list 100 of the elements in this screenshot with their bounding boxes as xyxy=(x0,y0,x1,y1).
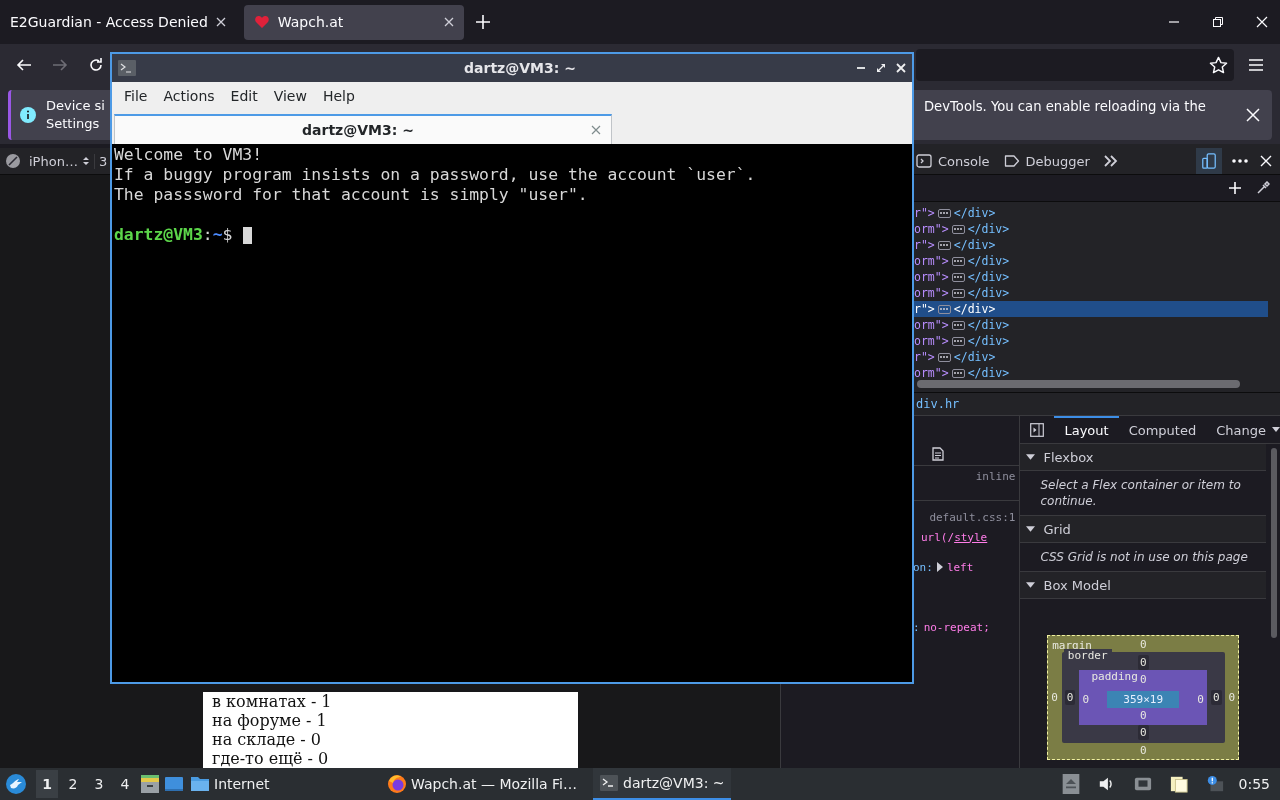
collapse-arrow-icon xyxy=(1026,526,1036,532)
collapsed-content-icon[interactable] xyxy=(951,288,965,298)
menu-item[interactable]: View xyxy=(265,88,315,104)
no-entry-icon[interactable] xyxy=(5,153,21,169)
collapsed-content-icon[interactable] xyxy=(937,208,951,218)
collapsed-content-icon[interactable] xyxy=(937,240,951,250)
box-value[interactable]: 0 xyxy=(1051,690,1058,705)
rule-source[interactable]: default.css:1 xyxy=(929,510,1016,524)
section-header[interactable]: Grid xyxy=(1020,516,1266,543)
eyedropper-icon[interactable] xyxy=(1256,181,1270,195)
menu-icon[interactable] xyxy=(1248,58,1264,72)
markup-line[interactable]: orm"> </div> xyxy=(914,365,1268,381)
collapsed-content-icon[interactable] xyxy=(951,320,965,330)
device-select[interactable]: iPhon… xyxy=(29,153,78,169)
section-header[interactable]: Box Model xyxy=(1020,572,1266,599)
workspace-button[interactable]: 1 xyxy=(36,770,58,798)
collapsed-content-icon[interactable] xyxy=(937,304,951,314)
rule-property: : xyxy=(913,620,920,634)
close-icon[interactable] xyxy=(443,17,454,27)
box-value[interactable]: 0 xyxy=(1139,672,1147,687)
eject-icon[interactable] xyxy=(1061,774,1080,794)
rule-value: left xyxy=(946,560,974,574)
devices-icon xyxy=(1201,153,1217,169)
box-value[interactable]: 0 xyxy=(1139,637,1147,652)
star-icon[interactable] xyxy=(1209,55,1228,75)
terminal-output: If a buggy program insists on a password, use the account `user`. xyxy=(114,165,757,185)
workspace-button[interactable]: 4 xyxy=(114,770,136,798)
file-cabinet-icon[interactable] xyxy=(140,774,160,794)
terminal-tab[interactable]: dartz@VM3: ~ xyxy=(114,114,612,144)
desktop-icon[interactable] xyxy=(164,774,184,794)
bird-logo-icon[interactable] xyxy=(6,774,26,794)
document-icon[interactable] xyxy=(931,447,945,461)
box-value[interactable]: 0 xyxy=(1137,655,1149,670)
more-tabs-icon[interactable] xyxy=(1103,155,1118,167)
workspace-button[interactable]: 2 xyxy=(62,770,84,798)
close-icon[interactable] xyxy=(215,17,226,27)
tab-title: E2Guardian - Access Denied xyxy=(10,14,208,30)
menu-item[interactable]: File xyxy=(116,88,156,104)
box-value[interactable]: 0 xyxy=(1197,692,1204,707)
box-value[interactable]: 0 xyxy=(1082,692,1090,707)
markup-line[interactable]: orm"> </div> xyxy=(914,333,1268,349)
box-value[interactable]: 0 xyxy=(1139,708,1147,723)
markup-line[interactable]: r"> </div> xyxy=(914,349,1268,365)
plus-icon[interactable] xyxy=(1228,181,1242,195)
notification-icon[interactable] xyxy=(1205,774,1224,794)
section-header[interactable]: Flexbox xyxy=(1020,444,1266,471)
markup-line[interactable]: orm"> </div> xyxy=(914,253,1268,269)
workspace-button[interactable]: 3 xyxy=(88,770,110,798)
folder-launcher[interactable]: Internet xyxy=(190,774,270,794)
collapsed-content-icon[interactable] xyxy=(951,336,965,346)
collapsed-content-icon[interactable] xyxy=(951,256,965,266)
expand-arrow-icon[interactable] xyxy=(936,562,943,572)
menu-item[interactable]: Help xyxy=(314,88,363,104)
clipboard-icon[interactable] xyxy=(1169,774,1188,794)
browser-icon xyxy=(387,774,407,794)
browser-tab[interactable]: E2Guardian - Access Denied xyxy=(0,4,236,40)
markup-line[interactable]: r"> </div> xyxy=(914,205,1268,221)
menu-item[interactable]: Edit xyxy=(222,88,266,104)
markup-line[interactable]: orm"> </div> xyxy=(914,285,1268,301)
reload-icon[interactable] xyxy=(88,57,104,73)
collapsed-content-icon[interactable] xyxy=(937,352,951,362)
breadcrumb[interactable]: div.hr xyxy=(916,397,960,411)
taskbar-task[interactable]: Wapch.at — Mozilla Fi… xyxy=(381,768,583,800)
notification-text: DevTools. You can enable reloading via the xyxy=(923,98,1206,114)
sidebar-tab[interactable]: Change xyxy=(1206,416,1276,443)
scrollbar-thumb[interactable] xyxy=(917,380,1240,388)
taskbar-task[interactable]: dartz@VM3: ~ xyxy=(593,768,731,800)
more-options-icon[interactable] xyxy=(1232,159,1248,163)
sidebar-toggle-icon[interactable] xyxy=(1030,422,1045,437)
box-label: border xyxy=(1063,649,1112,662)
collapsed-content-icon[interactable] xyxy=(951,368,965,378)
collapsed-content-icon[interactable] xyxy=(951,272,965,282)
terminal-icon xyxy=(599,773,619,793)
sidebar-tab[interactable]: Computed xyxy=(1118,416,1207,443)
maximize-icon[interactable] xyxy=(876,63,886,73)
folder-icon xyxy=(190,774,210,794)
markup-line[interactable]: orm"> </div> xyxy=(914,269,1268,285)
box-value[interactable]: 0 xyxy=(1137,725,1149,740)
menu-item[interactable]: Actions xyxy=(155,88,223,104)
markup-line[interactable]: r"> </div> xyxy=(914,237,1268,253)
browser-tab[interactable]: Wapch.at xyxy=(243,4,464,40)
scrollbar-thumb[interactable] xyxy=(1271,448,1277,638)
box-value[interactable]: 0 xyxy=(1228,690,1236,705)
markup-line[interactable]: orm"> </div> xyxy=(914,317,1268,333)
restore-icon[interactable] xyxy=(1212,16,1224,28)
box-value[interactable]: 0 xyxy=(1211,690,1222,705)
plus-icon[interactable] xyxy=(475,15,490,29)
dropdown-arrows-icon xyxy=(82,156,89,166)
devtools-tab[interactable]: Console xyxy=(916,148,990,174)
caret-icon[interactable] xyxy=(1272,427,1280,432)
info-icon xyxy=(20,107,36,123)
devtools-tab[interactable]: Debugger xyxy=(1003,148,1090,174)
tab-title: Wapch.at xyxy=(277,14,345,30)
box-value[interactable]: 0 xyxy=(1139,743,1147,758)
responsive-mode-button[interactable] xyxy=(1196,148,1222,174)
collapsed-content-icon[interactable] xyxy=(951,224,965,234)
markup-line[interactable]: orm"> </div> xyxy=(914,221,1268,237)
box-value[interactable]: 0 xyxy=(1064,690,1076,705)
back-arrow-icon[interactable] xyxy=(16,57,32,73)
width-field[interactable]: 3 xyxy=(93,153,108,169)
